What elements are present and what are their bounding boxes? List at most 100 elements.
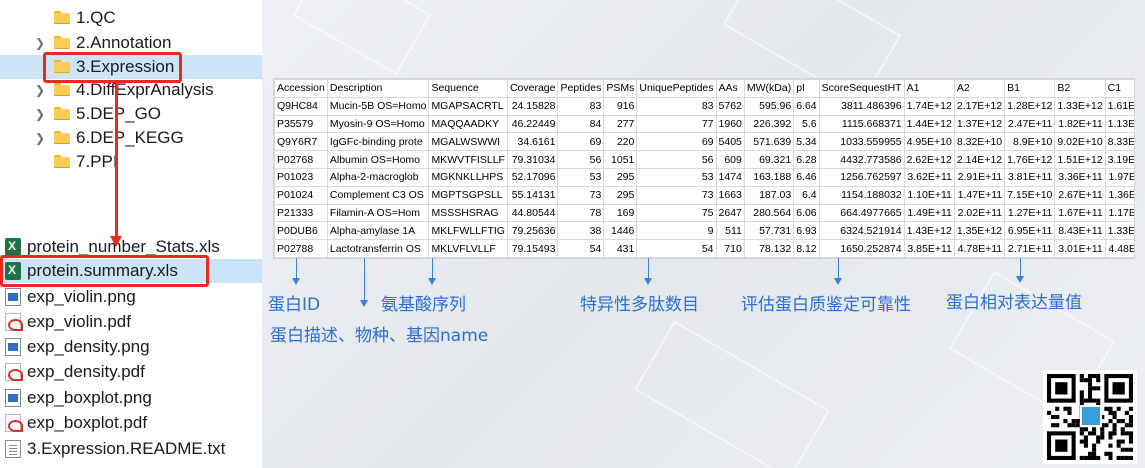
table-cell[interactable]: MGPTSGPSLL [428,185,508,205]
table-cell[interactable]: P0DUB6 [274,221,328,241]
table-cell[interactable]: Lactotransferrin OS [326,239,430,258]
table-cell[interactable]: 44.80544 [506,203,559,223]
table-cell[interactable]: 73 [636,185,717,205]
table-cell[interactable]: 3.62E+11 [903,167,955,187]
table-cell[interactable]: 9.9E+09 [1054,256,1106,258]
table-cell[interactable]: MKLVFLVLLF [428,239,508,258]
table-cell[interactable]: 1.44E+12 [903,114,955,134]
table-cell[interactable]: 69 [557,132,605,152]
table-cell[interactable]: 3.64E+10 [1104,256,1134,258]
table-cell[interactable]: 4432.773586 [818,150,905,169]
file-item[interactable]: exp_density.pdf [0,360,262,384]
table-cell[interactable]: MGALWSWWI [428,132,508,152]
column-header[interactable]: AAs [715,79,745,98]
table-cell[interactable]: 1446 [603,221,638,241]
table-cell[interactable]: 56 [557,150,605,169]
table-cell[interactable]: 153 [603,256,638,258]
table-cell[interactable]: 226.392 [743,114,795,134]
table-cell[interactable]: 5405 [715,132,745,152]
table-cell[interactable]: 1.82E+11 [1054,114,1106,134]
file-item[interactable]: exp_violin.png [0,285,262,309]
table-cell[interactable]: 1.17E+11 [1104,203,1134,223]
table-cell[interactable]: 53 [636,167,717,187]
table-cell[interactable]: 6.4 [793,185,820,205]
table-cell[interactable]: 5.34 [793,132,820,152]
folder-item[interactable]: 1.QC [0,6,262,30]
table-cell[interactable]: MSSSHSRAG [428,203,508,223]
spreadsheet-view[interactable]: Accession Description Sequence Coverage Pept… [274,79,1134,258]
table-cell[interactable]: 56 [636,150,717,169]
table-cell[interactable]: Alpha-2-macroglob [326,167,430,187]
column-header[interactable]: Peptides [557,79,605,98]
table-cell[interactable]: 3811.486396 [818,96,905,116]
table-cell[interactable]: 1051 [603,150,638,169]
folder-item[interactable]: ❯ 6.DEP_KEGG [0,126,262,150]
table-cell[interactable]: 571.639 [743,132,795,152]
table-cell[interactable]: 220 [603,132,638,152]
table-cell[interactable]: 1.47E+11 [953,185,1006,205]
table-cell[interactable]: 83 [636,96,717,116]
table-cell[interactable]: 1.27E+11 [1004,203,1056,223]
table-cell[interactable]: 34.6161 [506,132,559,152]
table-cell[interactable]: 3.36E+11 [1054,167,1106,187]
table-cell[interactable]: 1154.188032 [818,185,905,205]
table-cell[interactable]: MVDYHAANQ [428,256,508,258]
table-cell[interactable]: 83 [557,96,605,116]
table-cell[interactable]: Alpha-actinin-4 OS [326,256,430,258]
table-cell[interactable]: 2.47E+11 [1004,114,1056,134]
column-header[interactable]: Accession [274,79,328,98]
chevron-right-icon[interactable]: ❯ [34,126,46,150]
table-cell[interactable]: 8.43E+11 [1054,221,1106,241]
table-cell[interactable]: 77 [636,114,717,134]
table-cell[interactable]: 163.188 [743,167,795,187]
table-cell[interactable]: 75 [636,203,717,223]
table-cell[interactable]: 3.85E+11 [903,239,955,258]
table-cell[interactable]: 2.71E+11 [1004,239,1056,258]
table-cell[interactable]: 6.93 [793,221,820,241]
table-cell[interactable]: 5762 [715,96,745,116]
table-cell[interactable]: 1.13E+12 [1104,114,1134,134]
table-cell[interactable]: 595.96 [743,96,795,116]
table-cell[interactable]: 710 [715,239,745,258]
column-header[interactable]: A1 [903,79,955,98]
column-header[interactable]: PSMs [603,79,638,98]
table-cell[interactable]: 73 [557,185,605,205]
table-cell[interactable]: 4.48E+11 [1104,239,1134,258]
table-cell[interactable]: MKWVTFISLLF [428,150,508,169]
table-cell[interactable]: 54 [636,239,717,258]
table-cell[interactable]: 78 [557,203,605,223]
table-cell[interactable]: IgGFc-binding prote [326,132,430,152]
table-cell[interactable]: 104.788 [743,256,795,258]
table-cell[interactable]: P35579 [274,114,328,134]
table-cell[interactable]: 1.74E+12 [903,96,955,116]
table-cell[interactable]: 38 [557,221,605,241]
column-header[interactable]: pI [793,79,820,98]
table-cell[interactable]: 8.12 [793,239,820,258]
table-cell[interactable]: 52.17096 [506,167,559,187]
table-cell[interactable]: 4.53E+10 [953,256,1006,258]
table-cell[interactable]: Albumin OS=Homo [326,150,430,169]
column-header[interactable]: Sequence [428,79,508,98]
folder-item[interactable]: 7.PPI [0,150,262,174]
table-cell[interactable]: Q9HC84 [274,96,328,116]
table-cell[interactable]: 2.91E+11 [953,167,1006,187]
table-cell[interactable]: 1033.559955 [818,132,905,152]
table-cell[interactable]: 79.25636 [506,221,559,241]
table-cell[interactable]: 1.37E+12 [953,114,1006,134]
column-header[interactable]: C1 [1104,79,1134,98]
table-cell[interactable]: P02768 [274,150,328,169]
column-header[interactable]: Coverage [506,79,559,98]
table-cell[interactable]: 55.14131 [506,185,559,205]
table-cell[interactable]: 295 [603,167,638,187]
table-cell[interactable]: MAQQAADKY [428,114,508,134]
table-cell[interactable]: 3.81E+11 [1004,167,1056,187]
column-header[interactable]: B2 [1054,79,1106,98]
table-cell[interactable]: 1960 [715,114,745,134]
table-cell[interactable]: 57.731 [743,221,795,241]
table-cell[interactable]: 911 [715,256,745,258]
table-cell[interactable]: 1.51E+12 [1054,150,1106,169]
file-item[interactable]: exp_boxplot.pdf [0,411,262,435]
file-item[interactable]: exp_boxplot.png [0,386,262,410]
table-cell[interactable]: 47 [557,256,605,258]
table-cell[interactable]: 46.22449 [506,114,559,134]
